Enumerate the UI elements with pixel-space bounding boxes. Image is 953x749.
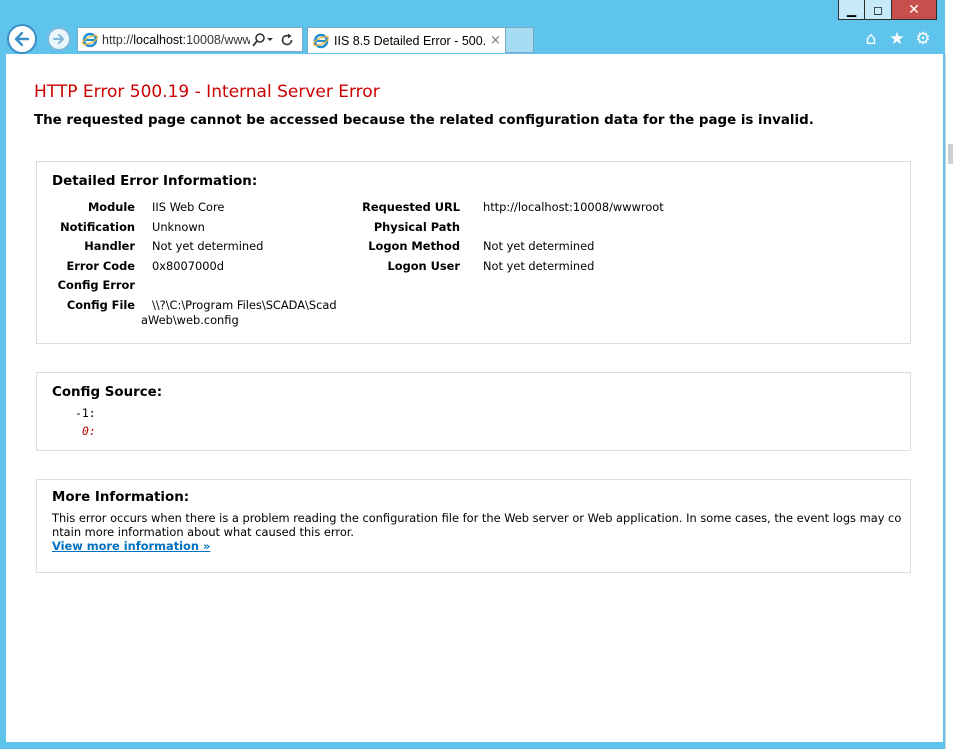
config-source-box: Config Source: -1: 0: (36, 372, 911, 451)
refresh-icon[interactable] (280, 33, 294, 47)
module-label: Module (87, 200, 135, 214)
maximize-button[interactable]: ◻ (865, 0, 892, 20)
forward-button[interactable] (47, 27, 71, 51)
logon-user-label: Logon User (387, 259, 460, 273)
page-content: HTTP Error 500.19 - Internal Server Erro… (6, 54, 943, 742)
page-title: HTTP Error 500.19 - Internal Server Erro… (34, 82, 380, 102)
more-information-heading: More Information: (52, 490, 190, 505)
scrollbar-thumb[interactable] (948, 144, 953, 164)
notification-value: Unknown (152, 220, 205, 234)
right-edge-scrollbar[interactable] (945, 54, 953, 749)
back-arrow-icon (14, 31, 30, 47)
error-code-label: Error Code (66, 259, 136, 273)
detailed-error-heading: Detailed Error Information: (52, 174, 258, 189)
address-url[interactable]: http://localhost:10008/wwwroot (102, 33, 250, 47)
url-host: localhost (133, 32, 183, 47)
tab-active[interactable]: IIS 8.5 Detailed Error - 500.19 - Intern… (307, 27, 506, 53)
tab-close-button[interactable]: × (490, 33, 501, 48)
minimize-button[interactable]: ▁ (838, 0, 865, 20)
view-more-information-link[interactable]: View more information » (52, 539, 210, 553)
config-source-line-2: 0: (82, 424, 96, 438)
star-icon[interactable]: ★ (887, 28, 907, 50)
config-file-value-line1: \\?\C:\Program Files\SCADA\Scad (152, 298, 337, 312)
new-tab-button[interactable] (506, 27, 534, 53)
logon-user-value: Not yet determined (483, 259, 595, 273)
handler-value: Not yet determined (152, 239, 264, 253)
logon-method-label: Logon Method (368, 239, 460, 253)
back-button[interactable] (7, 24, 37, 54)
config-file-value-line2: aWeb\web.config (141, 313, 239, 327)
address-bar[interactable]: http://localhost:10008/wwwroot (77, 27, 303, 52)
more-information-box: More Information: This error occurs when… (36, 479, 911, 573)
physical-path-label: Physical Path (373, 220, 460, 234)
config-source-line-1: -1: (75, 406, 96, 420)
config-error-label: Config Error (57, 278, 135, 292)
tab-title: IIS 8.5 Detailed Error - 500.19 - Intern… (334, 33, 487, 48)
requested-url-value: http://localhost:10008/wwwroot (483, 200, 664, 214)
window-bottom-border (0, 742, 945, 749)
config-file-label: Config File (66, 298, 135, 312)
window-controls: ▁ ◻ ✕ (838, 0, 937, 21)
logon-method-value: Not yet determined (483, 239, 595, 253)
gear-icon[interactable]: ⚙ (913, 28, 933, 50)
config-source-heading: Config Source: (52, 385, 163, 400)
notification-label: Notification (60, 220, 135, 234)
search-icon[interactable] (252, 32, 274, 48)
module-value: IIS Web Core (152, 200, 225, 214)
more-information-text: This error occurs when there is a proble… (52, 511, 902, 539)
page-subtitle: The requested page cannot be accessed be… (34, 113, 814, 128)
detailed-error-box: Detailed Error Information: Module IIS W… (36, 161, 911, 344)
forward-arrow-icon (53, 34, 64, 44)
close-window-button[interactable]: ✕ (892, 0, 937, 20)
browser-tools: ⌂ ★ ⚙ (861, 28, 933, 50)
handler-label: Handler (84, 239, 135, 253)
requested-url-label: Requested URL (362, 200, 460, 214)
url-rest: :10008/wwwroot (182, 32, 250, 47)
ie-logo-icon (313, 33, 329, 48)
home-icon[interactable]: ⌂ (861, 28, 881, 50)
ie-logo-icon (82, 32, 98, 47)
url-protocol: http:// (102, 32, 134, 47)
error-code-value: 0x8007000d (152, 259, 224, 273)
